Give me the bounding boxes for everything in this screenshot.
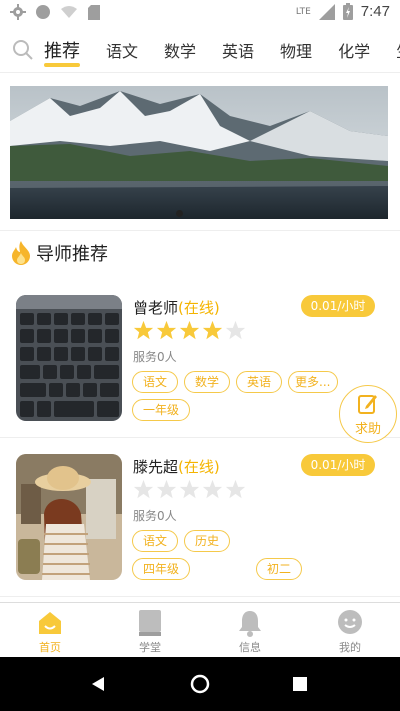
price-badge: 0.01/小时 [301,454,375,476]
divider [0,596,400,597]
tab-biology[interactable]: 生物 [396,38,400,62]
tab-english[interactable]: 英语 [222,38,254,62]
star-empty-icon [225,479,246,499]
bell-icon [239,611,261,637]
online-status: (在线) [178,458,220,476]
tab-physics[interactable]: 物理 [280,38,312,62]
subject-tag[interactable]: 语文 [132,530,179,552]
tag-list: 语文 数学 英语 更多... 一年级 [132,371,346,421]
star-empty-icon [133,479,154,499]
tutor-card[interactable]: 滕先超(在线) 0.01/小时 服务0人 语文 历史 四年级 初二 [0,454,400,604]
flame-icon [12,241,30,265]
user-face-icon [338,610,362,634]
subject-tag[interactable]: 数学 [184,371,231,393]
search-icon[interactable] [12,39,34,61]
tab-recommend[interactable]: 推荐 [44,37,80,67]
online-status: (在线) [178,299,220,317]
system-nav-bar [0,657,400,711]
nav-classroom-label: 学堂 [139,641,161,654]
more-tags-button[interactable]: 更多... [288,371,338,393]
grade-tag[interactable]: 初二 [256,558,303,580]
nav-classroom[interactable]: 学堂 [100,603,200,658]
price-badge: 0.01/小时 [301,295,375,317]
star-empty-icon [156,479,177,499]
star-icon [179,320,200,340]
battery-icon [342,3,353,20]
tutor-photo [16,454,122,580]
nav-home[interactable]: 首页 [0,603,100,658]
star-empty-icon [179,479,200,499]
star-icon [202,320,223,340]
section-header: 导师推荐 [10,240,108,266]
served-count: 服务0人 [133,509,177,523]
tag-list: 语文 历史 四年级 初二 [132,530,346,580]
tutor-name-text: 曾老师 [133,299,179,317]
star-empty-icon [225,320,246,340]
divider [0,437,400,438]
bottom-nav: 首页 学堂 信息 我的 [0,602,400,658]
back-icon[interactable] [90,676,106,692]
home-icon [39,612,61,634]
sd-card-icon [88,4,100,20]
section-title: 导师推荐 [36,244,108,265]
rating-stars [133,320,246,341]
nav-messages[interactable]: 信息 [200,603,300,658]
subject-tag[interactable]: 历史 [184,530,231,552]
subject-tab-bar: 推荐 语文 数学 英语 物理 化学 生物 [0,28,400,73]
recents-icon[interactable] [293,677,307,691]
nav-profile[interactable]: 我的 [300,603,400,658]
grade-tag[interactable]: 一年级 [132,399,191,421]
help-button[interactable]: 求助 [339,385,397,443]
nav-profile-label: 我的 [339,641,361,654]
tutor-name-text: 滕先超 [133,458,179,476]
banner-image[interactable] [10,86,388,219]
tab-chinese[interactable]: 语文 [106,38,138,62]
signal-icon [318,3,335,20]
tab-math[interactable]: 数学 [164,38,196,62]
star-empty-icon [202,479,223,499]
nav-home-label: 首页 [39,641,61,654]
notification-dot-icon [36,5,50,19]
book-icon [139,610,161,636]
divider [0,230,400,231]
gear-icon [10,4,26,20]
clock: 7:47 [360,3,390,20]
banner-indicator-dot[interactable] [176,210,183,217]
network-type: LTE [295,6,311,17]
status-bar: LTE 7:47 [0,0,400,28]
grade-tag[interactable]: 四年级 [132,558,191,580]
rating-stars [133,479,246,500]
edit-icon [358,395,377,414]
served-count: 服务0人 [133,350,177,364]
nav-messages-label: 信息 [239,641,261,654]
wifi-icon [61,6,77,18]
star-icon [133,320,154,340]
home-circle-icon[interactable] [190,674,210,694]
tutor-photo [16,295,122,421]
subject-tag[interactable]: 语文 [132,371,179,393]
tab-chemistry[interactable]: 化学 [338,38,370,62]
tutor-name: 滕先超(在线) [133,456,220,477]
help-button-label: 求助 [354,422,381,437]
tutor-name: 曾老师(在线) [133,297,220,318]
star-icon [156,320,177,340]
subject-tag[interactable]: 英语 [236,371,283,393]
